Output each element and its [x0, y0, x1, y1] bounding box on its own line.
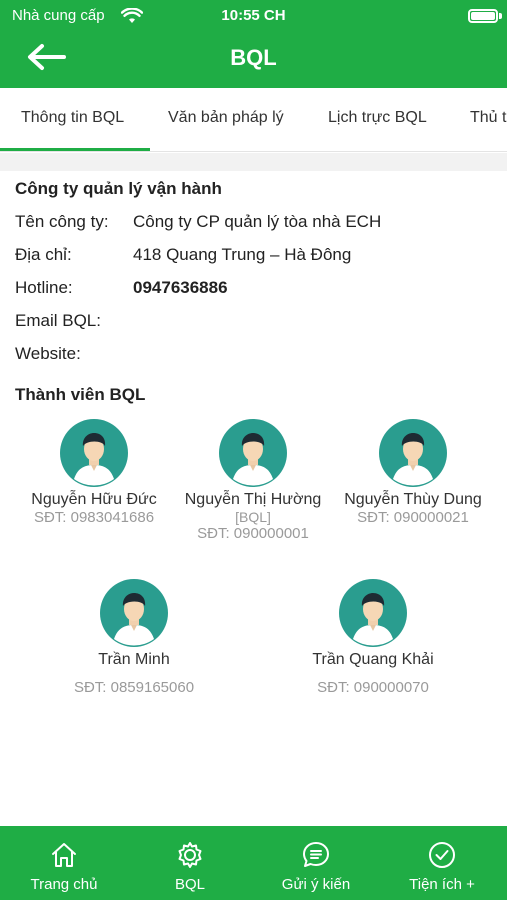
status-bar: Nhà cung cấp 10:55 CH [0, 0, 507, 30]
member-card[interactable]: Nguyễn Hữu Đức SĐT: 0983041686 [9, 419, 179, 526]
avatar-icon [100, 579, 168, 647]
bottom-nav-label: Gửi ý kiến [281, 876, 351, 893]
member-name: Trần Quang Khải [312, 651, 434, 668]
bottom-nav-utilities[interactable]: Tiện ích + [379, 826, 505, 900]
address-value: 418 Quang Trung – Hà Đông [133, 245, 352, 264]
website-label: Website: [15, 344, 81, 363]
bottom-nav-home[interactable]: Trang chủ [1, 826, 127, 900]
avatar-icon [219, 419, 287, 487]
member-phone[interactable]: SĐT: 0859165060 [49, 679, 219, 696]
page-title: BQL [230, 45, 277, 70]
avatar-icon [60, 419, 128, 487]
member-phone[interactable]: SĐT: 090000001 [168, 525, 338, 542]
company-name-label: Tên công ty: [15, 212, 109, 231]
member-role-badge: [BQL] [235, 509, 271, 525]
hotline-value[interactable]: 0947636886 [133, 278, 228, 298]
battery-icon [468, 9, 498, 23]
member-card[interactable]: Nguyễn Thùy Dung SĐT: 090000021 [328, 419, 498, 526]
bottom-nav-bql[interactable]: BQL [127, 826, 253, 900]
email-label: Email BQL: [15, 311, 101, 330]
tab-thong-tin-bql[interactable]: Thông tin BQL [21, 109, 124, 127]
member-card[interactable]: Nguyễn Thị Hường [BQL] SĐT: 090000001 [168, 419, 338, 542]
company-name-value: Công ty CP quản lý tòa nhà ECH [133, 212, 382, 231]
member-name: Trần Minh [98, 651, 170, 668]
section-divider [0, 153, 507, 171]
tab-lich-truc-bql[interactable]: Lịch trực BQL [328, 109, 427, 127]
status-time: 10:55 CH [221, 7, 286, 24]
gear-icon [178, 842, 202, 868]
bottom-nav-label: Trang chủ [30, 876, 98, 893]
tab-van-ban-phap-ly[interactable]: Văn bản pháp lý [168, 109, 284, 127]
bottom-nav-feedback[interactable]: Gửi ý kiến [253, 826, 379, 900]
member-name: Nguyễn Hữu Đức [31, 491, 157, 508]
member-phone[interactable]: SĐT: 090000021 [328, 509, 498, 526]
member-name: Nguyễn Thùy Dung [344, 491, 482, 508]
member-card[interactable]: Trần Quang Khải SĐT: 090000070 [288, 579, 458, 696]
member-phone[interactable]: SĐT: 090000070 [288, 679, 458, 696]
member-name: Nguyễn Thị Hường [184, 491, 322, 508]
bottom-nav-label: BQL [174, 876, 205, 893]
check-circle-icon [429, 842, 455, 868]
company-section-title: Công ty quản lý vận hành [15, 179, 222, 198]
hotline-label: Hotline: [15, 278, 73, 297]
tab-bar: Thông tin BQL Văn bản pháp lý Lịch trực … [0, 88, 507, 152]
address-label: Địa chỉ: [15, 245, 72, 264]
member-card[interactable]: Trần Minh SĐT: 0859165060 [49, 579, 219, 696]
tab-thu-tuc[interactable]: Thủ tục [470, 109, 507, 127]
battery-tip [499, 13, 502, 19]
members-section-title: Thành viên BQL [15, 385, 146, 404]
avatar-icon [339, 579, 407, 647]
home-icon [52, 843, 76, 867]
chat-icon [303, 842, 329, 867]
avatar-icon [379, 419, 447, 487]
app-header: Nhà cung cấp 10:55 CH BQL [0, 0, 507, 88]
member-phone[interactable]: SĐT: 0983041686 [9, 509, 179, 526]
active-tab-indicator [0, 148, 150, 151]
bottom-nav-label: Tiện ích + [409, 876, 475, 893]
bottom-nav: Trang chủ BQL Gửi ý kiến Tiện ích + [0, 826, 507, 900]
